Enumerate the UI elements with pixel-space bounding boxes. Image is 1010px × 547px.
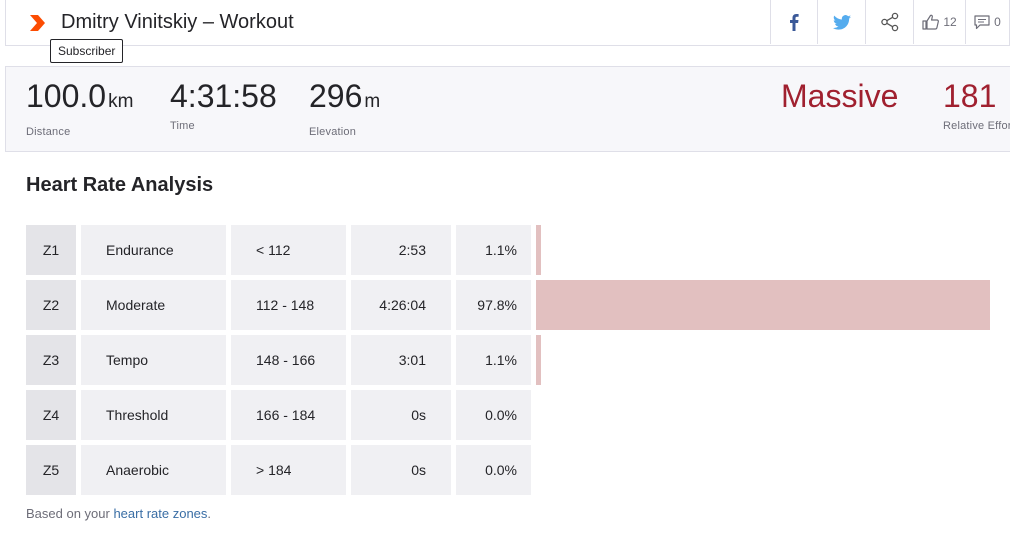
kudos-count: 12	[943, 15, 957, 29]
zone-label: Z4	[26, 390, 76, 440]
stat-distance: 100.0 km Distance	[26, 77, 133, 138]
zone-name: Threshold	[81, 390, 226, 440]
stat-time: 4:31:58 Time	[170, 77, 277, 132]
heart-rate-zones-link[interactable]: heart rate zones	[113, 506, 207, 521]
zone-range: 112 - 148	[231, 280, 346, 330]
stat-elevation-value: 296 m	[309, 78, 381, 114]
zone-label: Z1	[26, 225, 76, 275]
kudos-button[interactable]: 12	[913, 0, 965, 44]
zone-range: > 184	[231, 445, 346, 495]
zone-time: 2:53	[351, 225, 451, 275]
stat-distance-unit: km	[108, 91, 134, 112]
relative-effort-level[interactable]: Massive	[781, 77, 898, 115]
footnote-suffix: .	[207, 506, 212, 521]
zone-percent: 1.1%	[456, 225, 531, 275]
zone-time: 4:26:04	[351, 280, 451, 330]
zone-name: Anaerobic	[81, 445, 226, 495]
zone-time: 0s	[351, 390, 451, 440]
zone-range: 166 - 184	[231, 390, 346, 440]
facebook-icon	[790, 14, 799, 31]
zone-percent: 1.1%	[456, 335, 531, 385]
zone-row: Z1 Endurance < 112 2:53 1.1%	[26, 225, 1010, 275]
subscriber-tooltip: Subscriber	[50, 39, 124, 63]
zones-footnote: Based on your heart rate zones.	[26, 506, 211, 521]
facebook-share-button[interactable]	[770, 0, 817, 44]
activity-header: Dmitry Vinitskiy – Workout 12 0	[5, 0, 1010, 46]
stat-time-value: 4:31:58	[170, 78, 277, 114]
zone-bar-track	[536, 225, 1000, 275]
zone-name: Moderate	[81, 280, 226, 330]
zone-range: < 112	[231, 225, 346, 275]
stat-time-label: Time	[170, 120, 195, 132]
zone-bar-track	[536, 390, 1000, 440]
zone-bar	[536, 280, 990, 330]
zone-row: Z4 Threshold 166 - 184 0s 0.0%	[26, 390, 1010, 440]
zone-label: Z2	[26, 280, 76, 330]
zone-percent: 97.8%	[456, 280, 531, 330]
zone-label: Z3	[26, 335, 76, 385]
thumbs-up-icon	[922, 14, 940, 30]
zone-name: Endurance	[81, 225, 226, 275]
relative-effort-level-value: Massive	[781, 78, 899, 114]
comment-button[interactable]: 0	[965, 0, 1009, 44]
relative-effort-label: Relative Effort	[943, 120, 1010, 132]
zone-percent: 0.0%	[456, 445, 531, 495]
stat-distance-value: 100.0 km	[26, 78, 134, 114]
zone-time: 3:01	[351, 335, 451, 385]
activity-stats: 100.0 km Distance 4:31:58 Time 296 m Eleva…	[5, 66, 1010, 152]
zone-bar	[536, 335, 541, 385]
stat-elevation-label: Elevation	[309, 126, 357, 138]
social-actions: 12 0	[770, 0, 1009, 44]
zone-row: Z2 Moderate 112 - 148 4:26:04 97.8%	[26, 280, 1010, 330]
activity-title: Dmitry Vinitskiy – Workout	[61, 11, 294, 33]
share-button[interactable]	[865, 0, 913, 44]
zone-time: 0s	[351, 445, 451, 495]
zone-row: Z5 Anaerobic > 184 0s 0.0%	[26, 445, 1010, 495]
zone-bar-track	[536, 280, 1000, 330]
zone-percent: 0.0%	[456, 390, 531, 440]
heart-rate-title: Heart Rate Analysis	[26, 174, 214, 196]
zone-label: Z5	[26, 445, 76, 495]
stat-elevation: 296 m Elevation	[309, 77, 380, 138]
twitter-icon	[832, 14, 851, 30]
zone-bar-track	[536, 445, 1000, 495]
share-icon	[880, 12, 898, 32]
comment-icon	[974, 14, 990, 29]
zone-range: 148 - 166	[231, 335, 346, 385]
footnote-prefix: Based on your	[26, 506, 114, 521]
twitter-share-button[interactable]	[817, 0, 865, 44]
stat-elevation-unit: m	[364, 91, 381, 112]
zone-name: Tempo	[81, 335, 226, 385]
relative-effort-score[interactable]: 181 Relative Effort	[943, 77, 1010, 132]
stat-distance-label: Distance	[26, 126, 71, 138]
zone-bar-track	[536, 335, 1000, 385]
relative-effort-value: 181	[943, 78, 997, 114]
comment-count: 0	[994, 15, 1001, 29]
zone-bar	[536, 225, 541, 275]
strava-logo-icon[interactable]	[27, 13, 47, 33]
zone-row: Z3 Tempo 148 - 166 3:01 1.1%	[26, 335, 1010, 385]
